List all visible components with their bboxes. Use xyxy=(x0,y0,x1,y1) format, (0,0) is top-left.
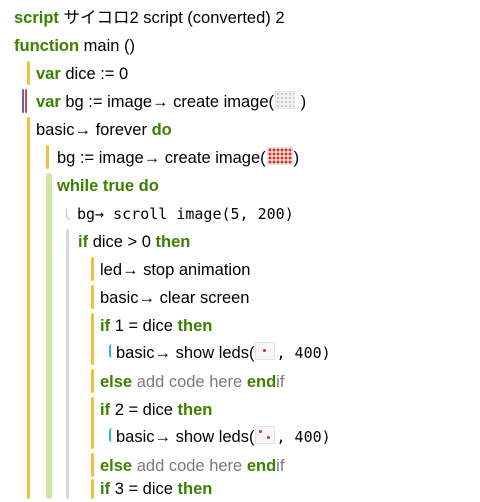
script-header[interactable]: script サイコロ2 script (converted) 2 xyxy=(14,5,285,31)
led-pattern-2-icon[interactable] xyxy=(255,426,276,444)
scroll-text: bg→ scroll image(5, 200) xyxy=(77,205,294,223)
condition-1: 1 = dice xyxy=(114,317,173,335)
show-leds-2-statement[interactable]: basic→ show leds( , 400) xyxy=(108,424,331,450)
else-keyword: else xyxy=(100,457,133,475)
show-leds-2-arg: , 400) xyxy=(276,428,331,446)
scroll-statement[interactable]: bg→ scroll image(5, 200) xyxy=(66,201,294,227)
block-bar xyxy=(91,479,94,499)
then-keyword: then xyxy=(177,317,213,335)
if-keyword: if xyxy=(78,233,89,251)
if-keyword: if xyxy=(100,480,111,498)
led-image-icon[interactable] xyxy=(266,147,293,165)
if-dice-statement[interactable]: if dice > 0 then xyxy=(78,229,190,255)
var-keyword: var xyxy=(36,65,61,83)
block-bar xyxy=(91,369,94,393)
stop-animation-text: led→ stop animation xyxy=(100,261,251,279)
else-keyword: else xyxy=(100,373,133,391)
if-1-statement[interactable]: if 1 = dice then xyxy=(100,313,212,339)
bg-assignment[interactable]: bg := image→ create image() xyxy=(57,145,299,171)
forever-statement[interactable]: basic→ forever do xyxy=(36,117,172,143)
while-statement[interactable]: while true do xyxy=(57,173,159,199)
else-1-statement[interactable]: else add code here endif xyxy=(100,369,284,395)
dice-declaration[interactable]: var dice := 0 xyxy=(36,61,128,87)
block-bar xyxy=(25,89,27,113)
clear-screen-statement[interactable]: basic→ clear screen xyxy=(100,285,249,311)
show-leds-2-text: basic→ show leds( xyxy=(116,428,255,446)
script-keyword: script xyxy=(14,9,59,27)
do-keyword: do xyxy=(151,121,172,139)
block-bar xyxy=(91,397,94,449)
end-keyword: end xyxy=(246,373,277,391)
script-title: サイコロ2 script (converted) 2 xyxy=(63,9,285,27)
block-bar xyxy=(22,89,24,113)
do-keyword: do xyxy=(138,177,159,195)
while-keyword: while xyxy=(57,177,99,195)
function-declaration[interactable]: function main () xyxy=(14,33,135,59)
block-bar xyxy=(91,257,94,281)
close-paren: ) xyxy=(293,149,300,167)
condition-2: 2 = dice xyxy=(114,401,173,419)
if-2-statement[interactable]: if 2 = dice then xyxy=(100,397,212,423)
block-bar xyxy=(66,229,69,499)
bg-declaration-text: bg := image→ create image( xyxy=(65,93,275,111)
if-keyword: if xyxy=(100,401,111,419)
bg-assignment-text: bg := image→ create image( xyxy=(57,149,266,167)
block-bar xyxy=(91,285,94,309)
callout-icon xyxy=(108,344,114,362)
then-keyword: then xyxy=(155,233,191,251)
condition-3: 3 = dice xyxy=(114,480,173,498)
callout-icon xyxy=(66,207,77,221)
callout-icon xyxy=(108,428,114,446)
block-bar xyxy=(46,145,49,169)
block-bar xyxy=(27,61,30,85)
end-if-text: if xyxy=(276,373,285,391)
end-keyword: end xyxy=(246,457,277,475)
block-bar xyxy=(91,453,94,477)
function-keyword: function xyxy=(14,37,80,55)
stop-animation-statement[interactable]: led→ stop animation xyxy=(100,257,250,283)
led-pattern-1-icon[interactable] xyxy=(255,342,276,360)
if-keyword: if xyxy=(100,317,111,335)
end-if-text: if xyxy=(276,457,285,475)
dice-condition: dice > 0 xyxy=(92,233,151,251)
dice-declaration-text: dice := 0 xyxy=(65,65,129,83)
show-leds-1-text: basic→ show leds( xyxy=(116,344,255,362)
blank-image-icon[interactable] xyxy=(275,91,296,109)
close-paren: ) xyxy=(300,93,307,111)
bg-declaration[interactable]: var bg := image→ create image( ) xyxy=(36,89,306,115)
forever-text: basic→ forever xyxy=(36,121,147,139)
true-keyword: true xyxy=(102,177,135,195)
var-keyword: var xyxy=(36,93,61,111)
block-bar xyxy=(27,117,30,499)
then-keyword: then xyxy=(177,401,213,419)
add-code-placeholder[interactable]: add code here xyxy=(137,373,243,391)
show-leds-1-statement[interactable]: basic→ show leds( , 400) xyxy=(108,340,331,366)
then-keyword: then xyxy=(177,480,213,498)
block-bar xyxy=(46,173,52,499)
function-signature: main () xyxy=(83,37,136,55)
block-bar xyxy=(91,313,94,365)
show-leds-1-arg: , 400) xyxy=(276,344,331,362)
if-3-statement[interactable]: if 3 = dice then xyxy=(100,476,212,502)
clear-screen-text: basic→ clear screen xyxy=(100,289,250,307)
add-code-placeholder[interactable]: add code here xyxy=(137,457,243,475)
